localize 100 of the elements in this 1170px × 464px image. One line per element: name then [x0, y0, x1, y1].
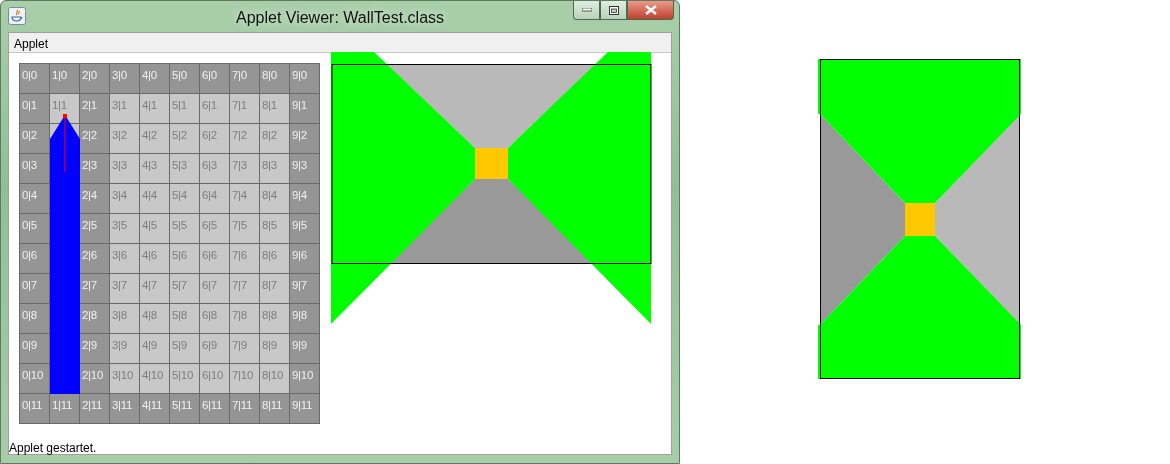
floor-cell: 7|8	[230, 304, 260, 334]
floor-cell: 3|1	[110, 94, 140, 124]
floor-cell: 7|2	[230, 124, 260, 154]
floor-cell: 6|6	[200, 244, 230, 274]
wall-cell: 1|11	[50, 394, 80, 424]
floor-cell: 3|7	[110, 274, 140, 304]
wall-cell: 4|0	[140, 64, 170, 94]
wall-cell: 0|8	[20, 304, 50, 334]
close-button[interactable]	[627, 1, 674, 20]
floor-cell: 3|10	[110, 364, 140, 394]
floor-cell: 5|10	[170, 364, 200, 394]
floor-cell: 5|3	[170, 154, 200, 184]
wall-cell: 0|2	[20, 124, 50, 154]
floor-cell: 3|5	[110, 214, 140, 244]
floor-cell: 4|7	[140, 274, 170, 304]
floor-cell: 4|3	[140, 154, 170, 184]
floor-cell: 4|5	[140, 214, 170, 244]
java-app-icon	[8, 7, 26, 25]
wall-cell: 2|3	[80, 154, 110, 184]
wall-cell: 7|11	[230, 394, 260, 424]
minimize-icon	[581, 8, 592, 12]
floor-cell: 4|6	[140, 244, 170, 274]
floor-cell: 8|1	[260, 94, 290, 124]
window-title: Applet Viewer: WallTest.class	[235, 8, 445, 28]
wall-cell: 6|11	[200, 394, 230, 424]
floor-cell: 8|9	[260, 334, 290, 364]
wall-cell: 5|11	[170, 394, 200, 424]
floor-cell: 8|6	[260, 244, 290, 274]
floor-cell: 5|6	[170, 244, 200, 274]
wall-cell: 0|4	[20, 184, 50, 214]
wall-cell: 0|10	[20, 364, 50, 394]
floor-cell: 6|9	[200, 334, 230, 364]
floor-cell: 8|7	[260, 274, 290, 304]
maximize-icon	[608, 5, 619, 15]
floor-cell: 6|2	[200, 124, 230, 154]
floor-cell: 3|9	[110, 334, 140, 364]
wall-cell: 2|0	[80, 64, 110, 94]
wall-cell: 7|0	[230, 64, 260, 94]
wall-cell: 6|0	[200, 64, 230, 94]
floor-cell: 3|6	[110, 244, 140, 274]
floor-cell: 3|2	[110, 124, 140, 154]
floor-cell: 4|1	[140, 94, 170, 124]
floor-cell: 6|4	[200, 184, 230, 214]
wall-cell: 0|11	[20, 394, 50, 424]
wall-cell: 0|3	[20, 154, 50, 184]
wall-cell: 0|9	[20, 334, 50, 364]
floor-cell: 7|1	[230, 94, 260, 124]
floor-cell: 6|10	[200, 364, 230, 394]
wall-cell: 8|0	[260, 64, 290, 94]
wall-cell: 0|7	[20, 274, 50, 304]
wall-cell: 2|4	[80, 184, 110, 214]
menu-item[interactable]: Applet	[14, 35, 49, 50]
floor-cell: 6|8	[200, 304, 230, 334]
wall-cell: 0|5	[20, 214, 50, 244]
floor-cell: 4|4	[140, 184, 170, 214]
floor-cell: 8|8	[260, 304, 290, 334]
floor-cell: 7|6	[230, 244, 260, 274]
wall-cell: 9|11	[290, 394, 320, 424]
wall-cell: 4|11	[140, 394, 170, 424]
wall-cell: 2|2	[80, 124, 110, 154]
wall-cell: 3|0	[110, 64, 140, 94]
wall-cell: 9|8	[290, 304, 320, 334]
floor-cell: 5|5	[170, 214, 200, 244]
wall-cell: 9|7	[290, 274, 320, 304]
wall-cell: 2|5	[80, 214, 110, 244]
wall-cell: 2|11	[80, 394, 110, 424]
wall-cell: 9|1	[290, 94, 320, 124]
floor-cell: 1|1	[50, 94, 80, 124]
maximize-button[interactable]	[600, 1, 627, 20]
wall-cell: 9|10	[290, 364, 320, 394]
wall-cell: 9|3	[290, 154, 320, 184]
floor-cell: 7|10	[230, 364, 260, 394]
floor-cell: 5|7	[170, 274, 200, 304]
floor-cell: 7|9	[230, 334, 260, 364]
wall-cell: 9|2	[290, 124, 320, 154]
floor-cell: 8|2	[260, 124, 290, 154]
close-icon	[644, 5, 657, 15]
floor-cell: 4|8	[140, 304, 170, 334]
floor-cell: 7|7	[230, 274, 260, 304]
minimize-button[interactable]	[573, 1, 600, 20]
floor-cell: 6|5	[200, 214, 230, 244]
wall-cell: 8|11	[260, 394, 290, 424]
floor-cell: 5|8	[170, 304, 200, 334]
wall-cell: 2|1	[80, 94, 110, 124]
floor-cell: 8|4	[260, 184, 290, 214]
floor-cell: 3|3	[110, 154, 140, 184]
wall-cell: 9|4	[290, 184, 320, 214]
wall-cell: 9|0	[290, 64, 320, 94]
wall-cell: 1|0	[50, 64, 80, 94]
floor-cell: 8|5	[260, 214, 290, 244]
floor-cell: 4|2	[140, 124, 170, 154]
floor-cell: 5|2	[170, 124, 200, 154]
floor-cell: 4|10	[140, 364, 170, 394]
wall-cell: 3|11	[110, 394, 140, 424]
wall-cell: 2|8	[80, 304, 110, 334]
floor-cell: 3|4	[110, 184, 140, 214]
floor-cell: 5|4	[170, 184, 200, 214]
wall-cell: 2|7	[80, 274, 110, 304]
floor-cell: 5|1	[170, 94, 200, 124]
floor-cell: 5|9	[170, 334, 200, 364]
